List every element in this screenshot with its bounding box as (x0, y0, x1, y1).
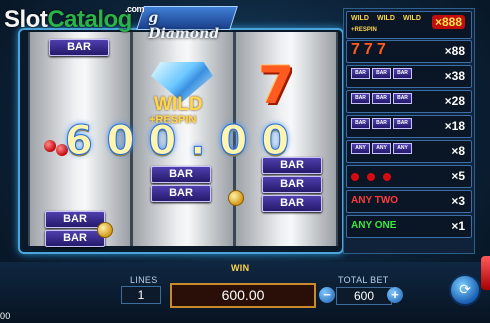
paytable-row: ANY TWO ×3 (346, 190, 472, 213)
total-bet-label: TOTAL BET (338, 275, 389, 285)
paytable-multiplier: ×18 (444, 119, 465, 133)
lines-value[interactable]: 1 (121, 286, 161, 304)
paytable-row-wild: WILD WILD WILD +RESPIN ×888 (346, 11, 472, 39)
paytable-row: BAR BAR BAR ×28 (346, 90, 472, 113)
bet-decrease-button[interactable]: − (319, 287, 335, 303)
bar-symbol: BAR (262, 195, 322, 212)
bar-symbol: BAR (262, 176, 322, 193)
bar-symbol: BAR (151, 185, 211, 202)
bar-symbol: BAR (45, 211, 105, 228)
paytable-multiplier: ×888 (431, 15, 465, 29)
paytable-row: ANY ANY ANY ×8 (346, 140, 472, 163)
paytable-multiplier: ×28 (444, 94, 465, 108)
paytable-multiplier: ×5 (451, 169, 465, 183)
paytable-row: 777 ×88 (346, 40, 472, 63)
paytable-row: BAR BAR BAR ×18 (346, 115, 472, 138)
paytable-multiplier: ×8 (451, 144, 465, 158)
paytable-multiplier: ×38 (444, 69, 465, 83)
bar-symbol: BAR (49, 39, 109, 56)
side-menu-button[interactable] (481, 256, 490, 290)
spin-button[interactable]: ⟳ (449, 274, 481, 306)
win-label: WIN (231, 263, 250, 273)
paytable-row: ANY ONE ×1 (346, 215, 472, 238)
wild-icon: WILD (351, 15, 369, 22)
bet-increase-button[interactable]: + (387, 287, 403, 303)
bar-symbol: BAR (151, 166, 211, 183)
game-logo: g Diamond (136, 6, 238, 42)
corner-text: 00 (0, 311, 11, 321)
bar-symbol: BAR (45, 230, 105, 247)
win-value: 600.00 (170, 283, 316, 308)
paytable-multiplier: ×3 (451, 194, 465, 208)
seven-symbol: 7 (258, 56, 295, 116)
paytable: WILD WILD WILD +RESPIN ×888 777 ×88 BAR B… (343, 8, 475, 254)
coin-icon (228, 190, 244, 206)
lines-label: LINES (130, 275, 158, 285)
paytable-row: ×5 (346, 165, 472, 188)
paytable-row: BAR BAR BAR ×38 (346, 65, 472, 88)
coin-icon (97, 222, 113, 238)
paytable-multiplier: ×88 (444, 44, 465, 58)
win-amount-overlay: 600.00 (64, 118, 304, 165)
total-bet-value: 600 (336, 287, 392, 305)
wild-label: WILD (154, 94, 203, 115)
slotcatalog-watermark: SlotCatalog .com (4, 4, 145, 33)
paytable-multiplier: ×1 (451, 219, 465, 233)
